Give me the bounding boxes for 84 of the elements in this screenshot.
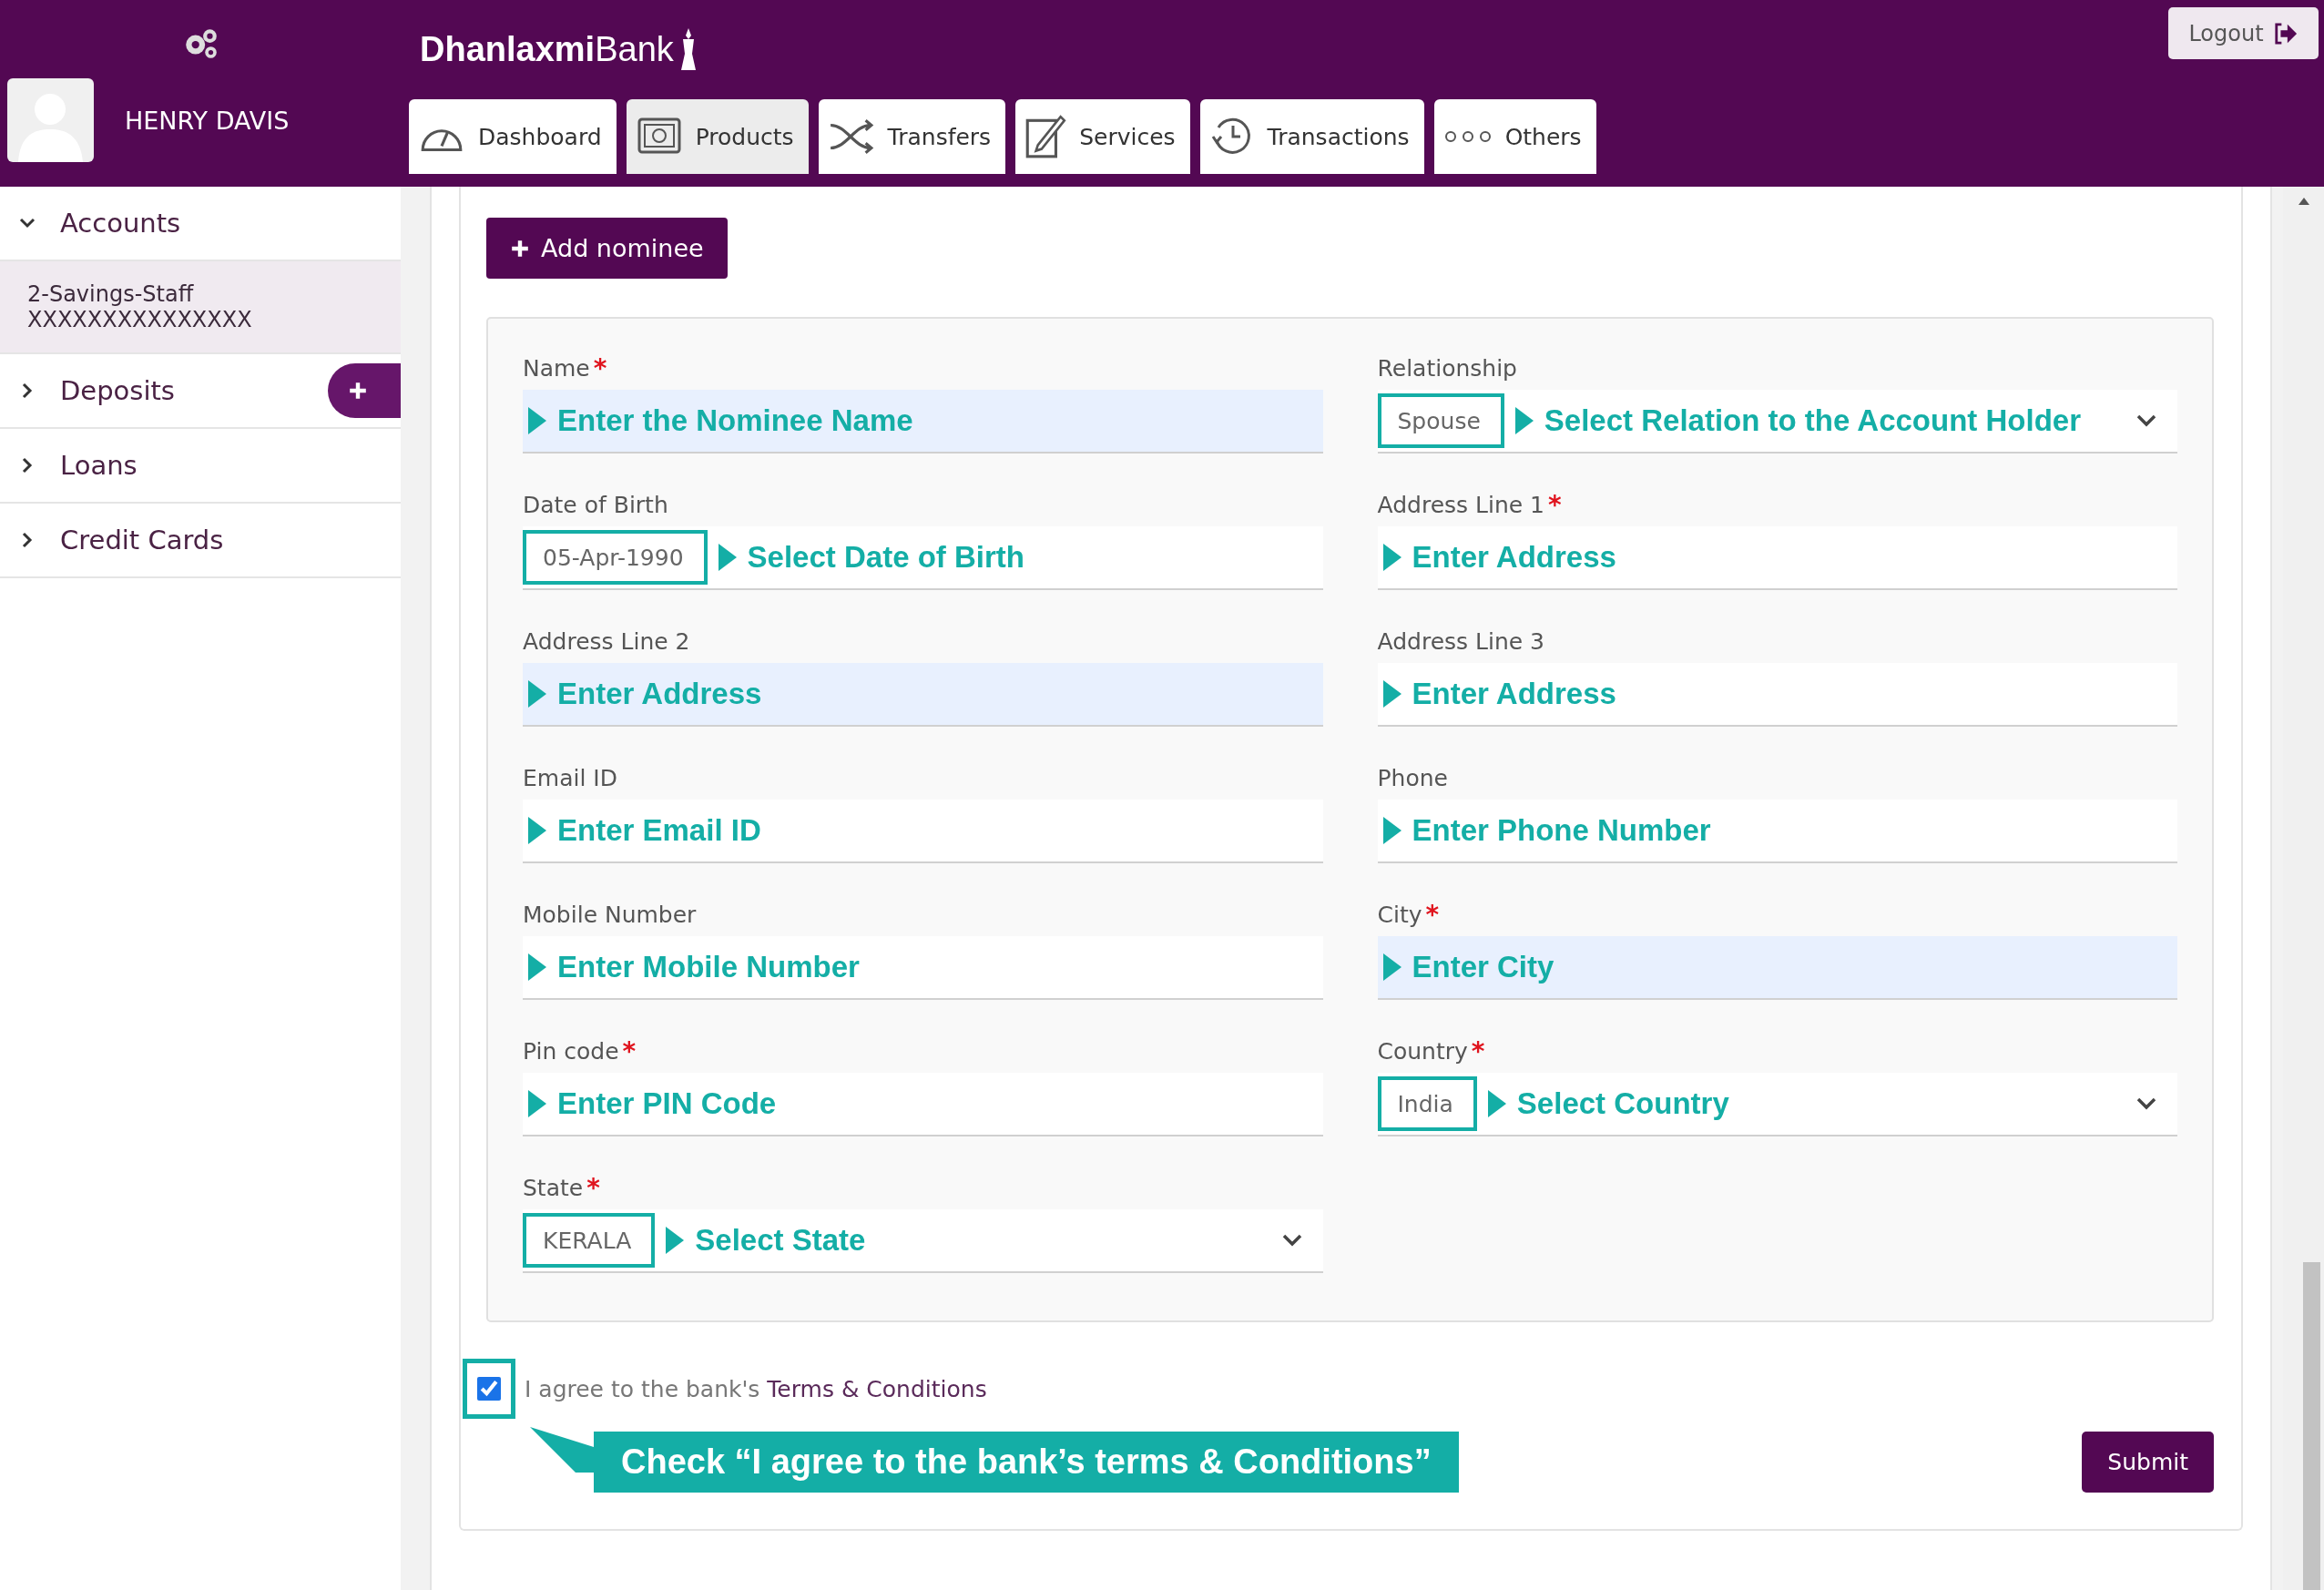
required-mark: *: [586, 1172, 600, 1203]
nav-tab[interactable]: Others: [1433, 99, 1596, 174]
account-item[interactable]: 2-Savings-Staff XXXXXXXXXXXXXXX: [0, 261, 401, 354]
annotation-text: Enter the Nominee Name: [557, 403, 914, 438]
annotation-text: Enter Mobile Number: [557, 950, 861, 984]
required-mark: *: [1425, 899, 1440, 930]
nav-tab[interactable]: Products: [626, 99, 809, 174]
account-name: 2-Savings-Staff: [27, 281, 195, 307]
annotation-text: Enter City: [1412, 950, 1555, 984]
annotation-text: Select State: [695, 1223, 867, 1258]
pointer-icon: [666, 1227, 685, 1254]
add-button[interactable]: [328, 363, 401, 418]
field-value: KERALA: [523, 1213, 656, 1268]
more-icon: [1442, 129, 1493, 144]
input-field[interactable]: Spouse Select Relation to the Account Holder: [1377, 390, 2177, 454]
field-value: India: [1377, 1076, 1477, 1131]
callout-pointer: [530, 1427, 594, 1473]
pointer-icon: [1514, 407, 1534, 434]
field-label: Phone: [1377, 764, 1448, 791]
field-value: Spouse: [1377, 393, 1504, 448]
pointer-icon: [1487, 1090, 1506, 1117]
sidebar-item[interactable]: Deposits: [0, 354, 401, 429]
pointer-icon: [1382, 680, 1402, 708]
bank-logo: DhanlaxmiBank: [420, 29, 674, 69]
pointer-icon: [1382, 953, 1402, 981]
add-nominee-button[interactable]: Add nominee: [486, 218, 728, 279]
field-label: Name: [523, 354, 590, 382]
nav-tab[interactable]: Services: [1015, 99, 1190, 174]
field-label: Date of Birth: [523, 491, 668, 518]
terms-link[interactable]: Terms & Conditions: [767, 1375, 987, 1402]
field-label: City: [1377, 901, 1422, 928]
required-mark: *: [593, 352, 607, 383]
chevron-down-icon: [1280, 1233, 1303, 1248]
pointer-icon: [528, 953, 546, 981]
input-field[interactable]: 05-Apr-1990 Select Date of Birth: [523, 526, 1323, 590]
annotation-text: Enter Address: [557, 677, 763, 711]
field-label: Country: [1377, 1037, 1468, 1065]
field-label: Address Line 2: [523, 627, 690, 655]
user-name: HENRY DAVIS: [125, 106, 290, 135]
field-label: State: [523, 1174, 584, 1201]
plus-icon: [348, 381, 368, 401]
field-label: Address Line 1: [1377, 491, 1544, 518]
account-number: XXXXXXXXXXXXXXX: [27, 307, 253, 332]
field-label: Email ID: [523, 764, 617, 791]
logout-button[interactable]: Logout: [2168, 7, 2319, 59]
annotation-text: Select Relation to the Account Holder: [1544, 403, 2082, 438]
submit-button[interactable]: Submit: [2082, 1432, 2214, 1493]
chevron-down-icon: [2135, 1096, 2157, 1111]
pointer-icon: [528, 680, 546, 708]
nav-tab[interactable]: Transactions: [1199, 99, 1424, 174]
input-field[interactable]: India Select Country: [1377, 1073, 2177, 1136]
pointer-icon: [1382, 817, 1402, 844]
required-mark: *: [622, 1035, 637, 1066]
pointer-icon: [528, 1090, 546, 1117]
field-label: Pin code: [523, 1037, 619, 1065]
annotation-text: Enter Email ID: [557, 813, 762, 848]
input-field[interactable]: KERALA Select State: [523, 1209, 1323, 1273]
field-label: Address Line 3: [1377, 627, 1544, 655]
logout-icon: [2272, 21, 2299, 46]
annotation-text: Select Country: [1516, 1086, 1730, 1121]
field-label: Mobile Number: [523, 901, 697, 928]
annotation-text: Enter Phone Number: [1412, 813, 1712, 848]
required-mark: *: [1471, 1035, 1485, 1066]
scrollbar[interactable]: [2283, 187, 2324, 1590]
field-value: 05-Apr-1990: [523, 530, 708, 585]
annotation-text: Enter Address: [1412, 540, 1617, 575]
document-pen-icon: [1024, 113, 1067, 160]
chevron-down-icon: [2135, 413, 2157, 428]
scroll-thumb[interactable]: [2303, 1262, 2320, 1590]
annotation-text: Enter Address: [1412, 677, 1617, 711]
pointer-icon: [1382, 544, 1402, 571]
pointer-icon: [528, 817, 546, 844]
annotation-text: Select Date of Birth: [747, 540, 1025, 575]
field-label: Relationship: [1377, 354, 1517, 382]
nav-tab[interactable]: Transfers: [818, 99, 1006, 174]
required-mark: *: [1547, 489, 1562, 520]
pointer-icon: [528, 407, 546, 434]
annotation-text: Enter PIN Code: [557, 1086, 778, 1121]
pointer-icon: [718, 544, 737, 571]
nav-tab[interactable]: Dashboard: [409, 99, 617, 174]
checkbox[interactable]: [477, 1377, 501, 1401]
scroll-up-icon: [2298, 198, 2309, 205]
plus-icon: [510, 238, 530, 259]
terms-text: I agree to the bank's Terms & Conditions: [525, 1375, 987, 1402]
